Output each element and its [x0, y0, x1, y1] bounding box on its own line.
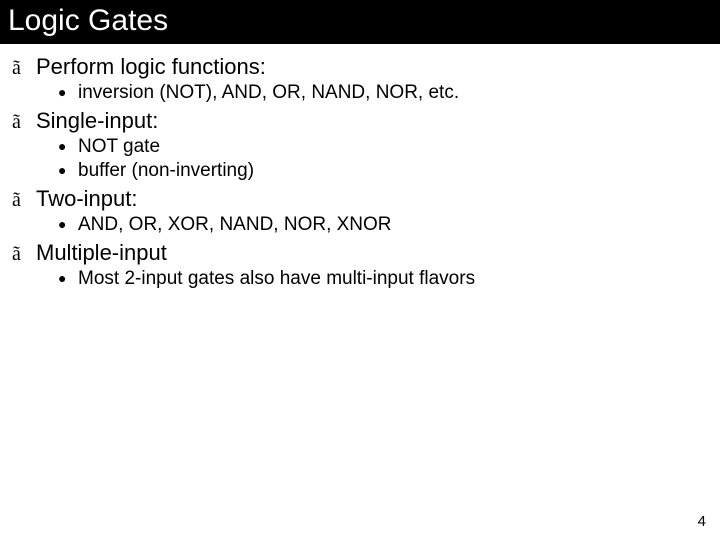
bullet-lvl1-icon: ã [12, 190, 26, 210]
lvl2-text: buffer (non-inverting) [78, 160, 254, 182]
lvl1-row: ã Single-input: [12, 108, 708, 134]
page-number: 4 [698, 513, 706, 530]
bullet-lvl2-icon: ● [58, 85, 68, 99]
list-item: ã Single-input: ● NOT gate ● buffer (non… [12, 108, 708, 182]
list-item: ã Perform logic functions: ● inversion (… [12, 54, 708, 104]
list-item: ã Multiple-input ● Most 2-input gates al… [12, 240, 708, 290]
list-item: ã Two-input: ● AND, OR, XOR, NAND, NOR, … [12, 186, 708, 236]
bullet-lvl2-icon: ● [58, 163, 68, 177]
lvl1-row: ã Two-input: [12, 186, 708, 212]
bullet-lvl2-icon: ● [58, 139, 68, 153]
lvl1-text: Two-input: [36, 186, 138, 212]
list-item: ● inversion (NOT), AND, OR, NAND, NOR, e… [58, 82, 708, 104]
list-item: ● buffer (non-inverting) [58, 160, 708, 182]
lvl2-text: Most 2-input gates also have multi-input… [78, 268, 475, 290]
list-item: ● NOT gate [58, 136, 708, 158]
slide-title-bar: Logic Gates [0, 0, 720, 44]
bullet-lvl2-icon: ● [58, 217, 68, 231]
lvl2-group: ● AND, OR, XOR, NAND, NOR, XNOR [58, 214, 708, 236]
lvl2-group: ● inversion (NOT), AND, OR, NAND, NOR, e… [58, 82, 708, 104]
list-item: ● AND, OR, XOR, NAND, NOR, XNOR [58, 214, 708, 236]
lvl2-text: NOT gate [78, 136, 160, 158]
lvl2-text: AND, OR, XOR, NAND, NOR, XNOR [78, 214, 392, 236]
lvl2-group: ● NOT gate ● buffer (non-inverting) [58, 136, 708, 182]
bullet-lvl2-icon: ● [58, 271, 68, 285]
bullet-lvl1-icon: ã [12, 58, 26, 78]
bullet-lvl1-icon: ã [12, 244, 26, 264]
lvl1-text: Single-input: [36, 108, 158, 134]
lvl1-row: ã Multiple-input [12, 240, 708, 266]
lvl1-text: Multiple-input [36, 240, 167, 266]
slide-title: Logic Gates [8, 4, 168, 37]
list-item: ● Most 2-input gates also have multi-inp… [58, 268, 708, 290]
lvl1-row: ã Perform logic functions: [12, 54, 708, 80]
slide-content: ã Perform logic functions: ● inversion (… [0, 44, 720, 290]
bullet-lvl1-icon: ã [12, 112, 26, 132]
lvl1-text: Perform logic functions: [36, 54, 266, 80]
lvl2-group: ● Most 2-input gates also have multi-inp… [58, 268, 708, 290]
lvl2-text: inversion (NOT), AND, OR, NAND, NOR, etc… [78, 82, 459, 104]
